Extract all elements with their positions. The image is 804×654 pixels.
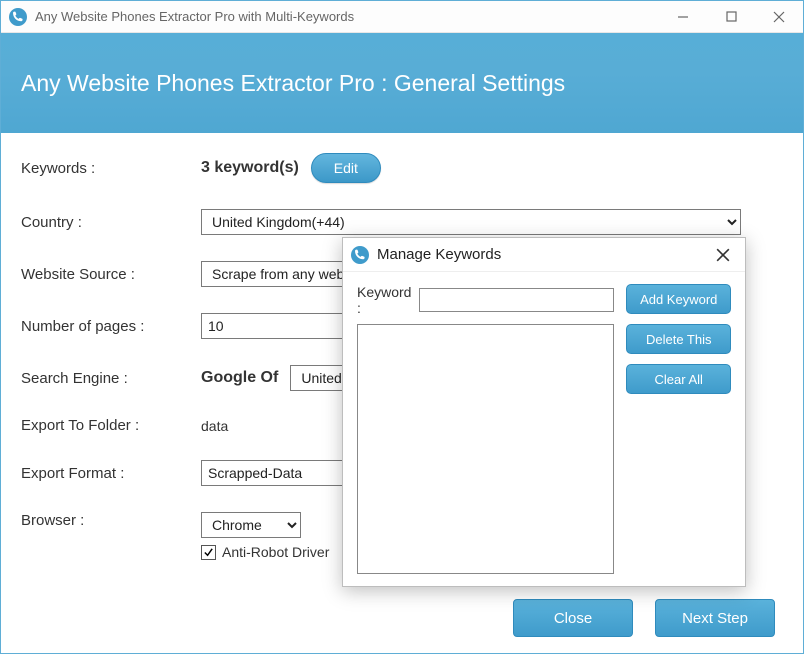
manage-keywords-dialog: Manage Keywords Keyword : Add Keyword De… xyxy=(342,237,746,587)
phone-icon xyxy=(9,8,27,26)
titlebar: Any Website Phones Extractor Pro with Mu… xyxy=(1,1,803,33)
maximize-button[interactable] xyxy=(707,1,755,33)
keyword-list[interactable] xyxy=(357,324,614,574)
phone-icon xyxy=(351,246,369,264)
pages-label: Number of pages : xyxy=(21,318,201,335)
close-button[interactable] xyxy=(755,1,803,33)
window-title: Any Website Phones Extractor Pro with Mu… xyxy=(35,9,354,24)
dialog-titlebar: Manage Keywords xyxy=(343,238,745,272)
next-step-button[interactable]: Next Step xyxy=(655,599,775,637)
export-folder-value: data xyxy=(201,418,228,434)
dialog-title: Manage Keywords xyxy=(377,246,501,263)
footer-buttons: Close Next Step xyxy=(513,599,775,637)
add-keyword-button[interactable]: Add Keyword xyxy=(626,284,731,314)
keyword-input-label: Keyword : xyxy=(357,284,411,316)
anti-robot-checkbox[interactable] xyxy=(201,545,216,560)
edit-keywords-button[interactable]: Edit xyxy=(311,153,381,183)
anti-robot-label: Anti-Robot Driver xyxy=(222,544,329,560)
header-band: Any Website Phones Extractor Pro : Gener… xyxy=(1,33,803,133)
engine-label: Search Engine : xyxy=(21,370,201,387)
keywords-label: Keywords : xyxy=(21,160,201,177)
browser-select[interactable]: Chrome xyxy=(201,512,301,538)
close-page-button[interactable]: Close xyxy=(513,599,633,637)
delete-keyword-button[interactable]: Delete This xyxy=(626,324,731,354)
website-source-label: Website Source : xyxy=(21,266,201,283)
export-folder-label: Export To Folder : xyxy=(21,417,201,434)
country-select[interactable]: United Kingdom(+44) xyxy=(201,209,741,235)
minimize-button[interactable] xyxy=(659,1,707,33)
export-format-label: Export Format : xyxy=(21,465,201,482)
engine-prefix: Google Of xyxy=(201,369,278,387)
keyword-input[interactable] xyxy=(419,288,614,312)
dialog-close-button[interactable] xyxy=(709,241,737,269)
browser-label: Browser : xyxy=(21,512,201,529)
clear-all-button[interactable]: Clear All xyxy=(626,364,731,394)
page-title: Any Website Phones Extractor Pro : Gener… xyxy=(21,70,565,97)
country-label: Country : xyxy=(21,214,201,231)
keywords-count: 3 keyword(s) xyxy=(201,159,299,177)
